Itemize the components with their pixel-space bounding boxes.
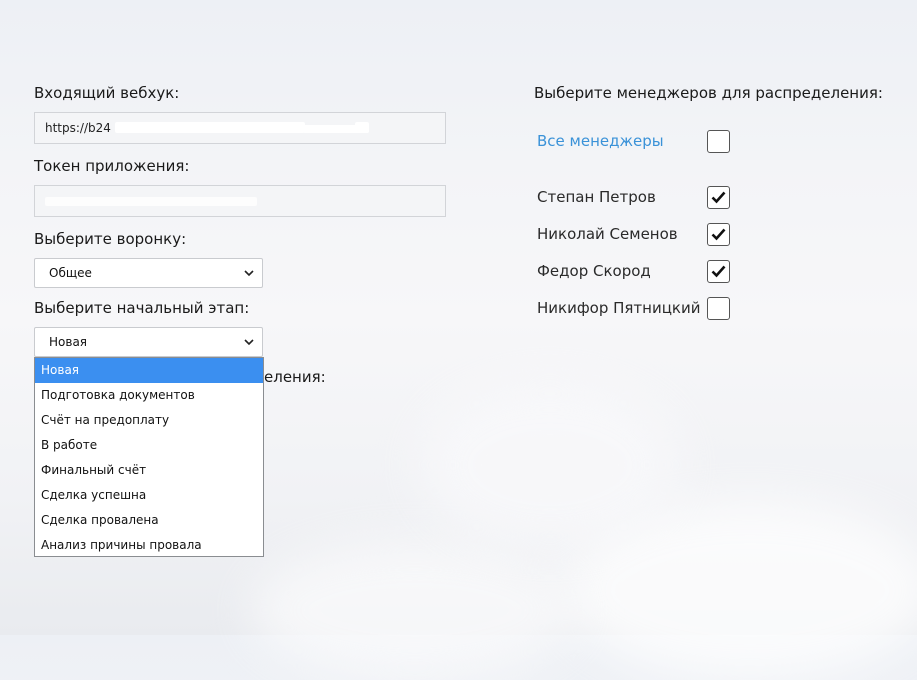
- funnel-selected-value: Общее: [49, 266, 92, 280]
- manager-checkbox[interactable]: [707, 297, 730, 320]
- stage-option[interactable]: В работе: [35, 433, 263, 458]
- checkmark-icon: [711, 191, 726, 204]
- redaction-mask: [115, 122, 305, 133]
- manager-checkbox[interactable]: [707, 186, 730, 209]
- stage-option[interactable]: Сделка успешна: [35, 483, 263, 508]
- hidden-label-fragment: еления:: [264, 368, 326, 386]
- stage-option[interactable]: Анализ причины провала: [35, 533, 263, 558]
- managers-title: Выберите менеджеров для распределения:: [534, 84, 883, 102]
- webhook-value: https://b24: [45, 121, 111, 135]
- webhook-input[interactable]: https://b24: [34, 112, 446, 144]
- manager-checkbox[interactable]: [707, 260, 730, 283]
- token-input[interactable]: [34, 185, 446, 217]
- redaction-mask: [355, 122, 369, 133]
- stage-option[interactable]: Счёт на предоплату: [35, 408, 263, 433]
- stage-select[interactable]: Новая: [34, 327, 263, 357]
- background-cloud: [250, 540, 580, 680]
- chevron-down-icon: [244, 339, 254, 346]
- all-managers-checkbox[interactable]: [707, 130, 730, 153]
- chevron-down-icon: [244, 270, 254, 277]
- stage-option[interactable]: Сделка провалена: [35, 508, 263, 533]
- manager-checkbox[interactable]: [707, 223, 730, 246]
- funnel-select[interactable]: Общее: [34, 258, 263, 288]
- stage-option[interactable]: Новая: [35, 358, 263, 383]
- checkmark-icon: [711, 265, 726, 278]
- stage-option[interactable]: Подготовка документов: [35, 383, 263, 408]
- all-managers-label[interactable]: Все менеджеры: [537, 132, 664, 150]
- background-cloud: [420, 380, 680, 550]
- token-label: Токен приложения:: [34, 157, 190, 175]
- stage-selected-value: Новая: [49, 335, 88, 349]
- manager-name: Степан Петров: [537, 188, 656, 206]
- funnel-label: Выберите воронку:: [34, 230, 187, 248]
- stage-label: Выберите начальный этап:: [34, 299, 250, 317]
- stage-dropdown-list[interactable]: Новая Подготовка документов Счёт на пред…: [34, 357, 264, 557]
- checkmark-icon: [711, 228, 726, 241]
- stage-option[interactable]: Финальный счёт: [35, 458, 263, 483]
- manager-name: Никифор Пятницкий: [537, 299, 701, 317]
- webhook-label: Входящий вебхук:: [34, 84, 180, 102]
- redaction-mask: [45, 197, 257, 206]
- manager-name: Федор Скород: [537, 262, 651, 280]
- manager-name: Николай Семенов: [537, 225, 678, 243]
